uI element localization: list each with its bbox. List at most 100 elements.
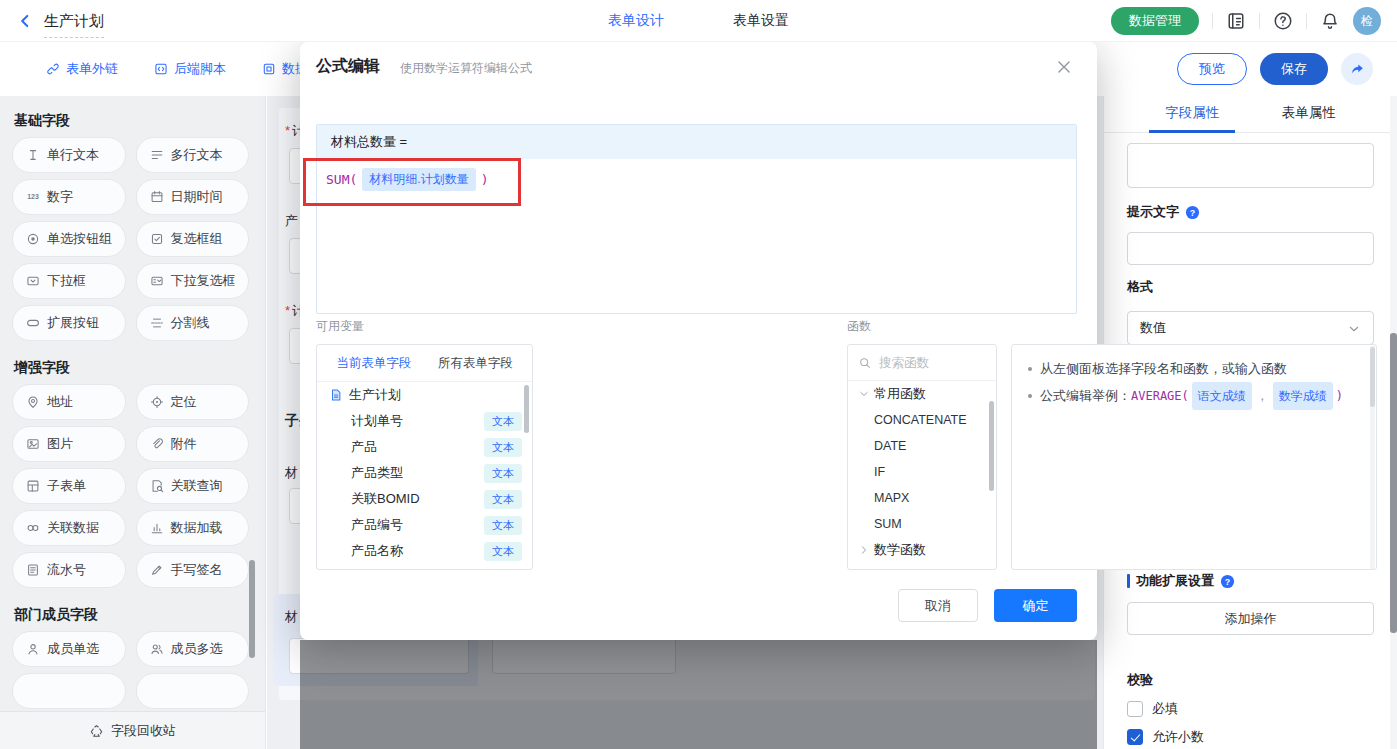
search-icon [858,355,872,371]
question-icon[interactable]: ? [1185,203,1200,219]
field-recycle-button[interactable]: 字段回收站 [0,711,265,749]
field-type-lookup[interactable]: 关联查询 [136,468,250,504]
window-scrollbar-track[interactable] [1390,96,1397,749]
formula-expression[interactable]: SUM( 材料明细.计划数量 ) [326,166,488,192]
variables-tab-2[interactable]: 所有表单字段 [438,355,513,372]
properties-tab-2[interactable]: 表单属性 [1270,96,1348,133]
add-action-button[interactable]: 添加操作 [1127,602,1374,635]
function-item[interactable]: MAPX [848,485,996,511]
checkbox[interactable] [1127,701,1143,717]
field-type-image[interactable]: 图片 [12,426,126,462]
field-type-users[interactable]: 成员多选 [136,631,250,667]
function-group[interactable]: 数学函数 [848,537,996,563]
field-type-text-single[interactable]: 单行文本 [12,137,126,173]
window-scrollbar-thumb[interactable] [1390,333,1397,633]
field-type-dataload[interactable]: 数据加载 [136,510,250,546]
save-button[interactable]: 保存 [1260,53,1328,85]
help-line: 从左侧面板选择字段名和函数，或输入函数 [1026,357,1366,381]
extension-settings-header: 功能扩展设置? [1127,573,1374,588]
avatar[interactable]: 检 [1353,7,1381,35]
top-tab-1[interactable]: 表单设计 [608,12,664,30]
field-type-tag: 文本 [484,412,522,431]
canvas-field-label: 材 [285,608,298,626]
field-type-radio[interactable]: 单选按钮组 [12,221,126,257]
variable-item[interactable]: 产品编号文本 [317,512,532,538]
function-item[interactable]: CONCATENATE [848,407,996,433]
hint-label: 提示文字? [1127,204,1374,219]
function-item[interactable]: DATE [848,433,996,459]
field-type-address[interactable]: 地址 [12,384,126,420]
function-search-input[interactable] [879,356,986,370]
field-type-sign[interactable]: 手写签名 [136,552,250,588]
field-type-subform[interactable]: 子表单 [12,468,126,504]
checkbox-option[interactable]: 允许小数 [1127,729,1374,745]
formula-help-panel: 从左侧面板选择字段名和函数，或输入函数 公式编辑举例：AVERAGE(语文成绩，… [1011,344,1377,570]
function-search [848,345,996,381]
variables-panel: 当前表单字段 所有表单字段 生产计划计划单号文本产品文本产品类型文本关联BOMID… [316,344,533,570]
field-type-tag: 文本 [484,464,522,483]
svg-text:?: ? [1225,576,1230,586]
field-type-button[interactable]: 扩展按钮 [12,305,126,341]
field-type-linkdata[interactable]: 关联数据 [12,510,126,546]
field-type-hidden[interactable] [136,673,250,709]
variable-item[interactable]: 计划单号文本 [317,408,532,434]
close-icon[interactable] [1055,58,1073,76]
field-type-text-multi[interactable]: 多行文本 [136,137,250,173]
checkbox-option[interactable]: 必填 [1127,701,1374,717]
toolbar-links: 表单外链后端脚本数据权限 [46,42,334,96]
function-item[interactable]: SUM [848,511,996,537]
variables-scrollbar[interactable] [524,385,529,433]
function-item[interactable]: IF [848,459,996,485]
functions-scrollbar[interactable] [989,401,994,491]
field-type-attach[interactable]: 附件 [136,426,250,462]
field-type-select[interactable]: 下拉框 [12,263,126,299]
sidebar-section-title: 增强字段 [14,359,265,374]
canvas-field-label: 产 [285,212,298,230]
checkbox[interactable] [1127,729,1143,745]
toolbar-link[interactable]: 表单外链 [46,60,118,78]
field-type-user[interactable]: 成员单选 [12,631,126,667]
field-chip[interactable]: 材料明细.计划数量 [362,168,475,191]
toolbar-link[interactable]: 后端脚本 [154,60,226,78]
top-tab-2[interactable]: 表单设置 [733,12,789,30]
hint-input[interactable] [1127,232,1374,265]
field-palette-sidebar: 基础字段单行文本多行文本 123数字日期时间单选按钮组复选框组下拉框下拉复选框扩展… [0,96,266,749]
help-icon[interactable] [1273,11,1293,31]
function-group[interactable]: 文本函数 [848,563,996,570]
confirm-button[interactable]: 确定 [994,589,1077,622]
cancel-button[interactable]: 取消 [898,589,978,622]
sidebar-scrollbar[interactable] [249,560,255,658]
variable-item[interactable]: 产品类型文本 [317,460,532,486]
function-group[interactable]: 常用函数 [848,381,996,407]
variable-item[interactable]: 产品名称文本 [317,538,532,564]
field-type-locate[interactable]: 定位 [136,384,250,420]
preview-button[interactable]: 预览 [1177,53,1247,85]
field-type-hidden[interactable] [12,673,126,709]
formula-editor-box[interactable]: 材料总数量 = [316,124,1077,314]
field-type-divider[interactable]: 分割线 [136,305,250,341]
format-select[interactable]: 数值 [1127,311,1374,345]
variable-root[interactable]: 生产计划 [317,382,532,408]
svg-text:123: 123 [27,193,39,200]
variable-item[interactable]: 产品文本 [317,434,532,460]
variables-label: 可用变量 [316,318,364,335]
field-type-multiselect[interactable]: 下拉复选框 [136,263,250,299]
properties-tab-1[interactable]: 字段属性 [1153,96,1231,133]
bell-icon[interactable] [1320,11,1340,31]
question-icon[interactable]: ? [1220,572,1235,588]
field-type-datetime[interactable]: 日期时间 [136,179,250,215]
separator [1212,13,1213,29]
share-icon[interactable] [1341,53,1373,85]
data-manage-button[interactable]: 数据管理 [1111,7,1199,35]
field-title-input[interactable] [1127,143,1374,188]
dialog-subtitle: 使用数学运算符编辑公式 [400,60,532,77]
field-type-number[interactable]: 123数字 [12,179,126,215]
field-type-checkbox[interactable]: 复选框组 [136,221,250,257]
variables-tab-1[interactable]: 当前表单字段 [336,355,411,372]
variable-item[interactable]: 关联BOMID文本 [317,486,532,512]
format-label: 格式 [1127,279,1374,294]
example-chip: 数学成绩 [1273,382,1333,410]
field-type-serial[interactable]: 流水号 [12,552,126,588]
sidebar-section-title: 基础字段 [14,112,265,127]
contact-icon[interactable] [1226,11,1246,31]
